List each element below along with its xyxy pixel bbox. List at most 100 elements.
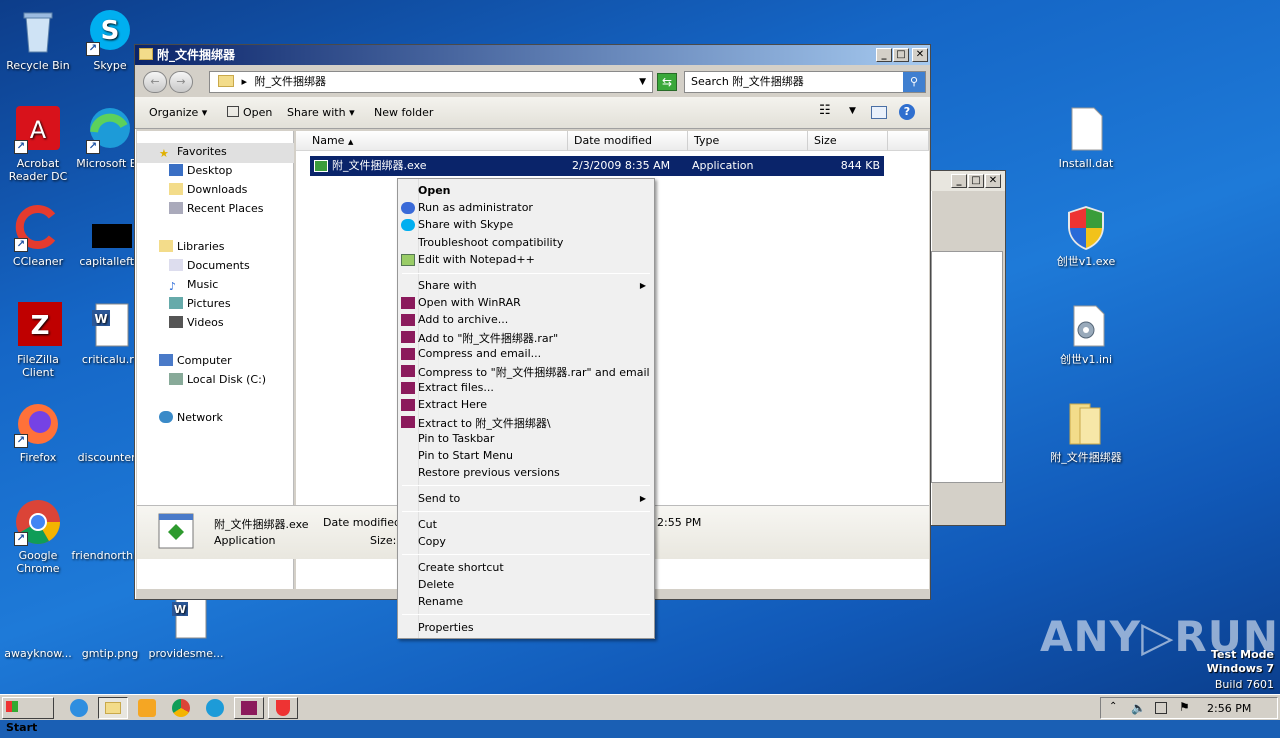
desktop-icon-firefox[interactable]: ↗ Firefox bbox=[0, 400, 76, 464]
nav-recent-places[interactable]: Recent Places bbox=[169, 202, 264, 215]
menu-item-cut[interactable]: Cut bbox=[418, 518, 437, 531]
shortcut-arrow-icon: ↗ bbox=[14, 238, 28, 252]
search-input[interactable]: Search 附_文件捆绑器 ⚲ bbox=[684, 71, 926, 93]
edge-icon[interactable] bbox=[206, 699, 224, 717]
desktop-icon-providesme[interactable]: W providesme... bbox=[148, 596, 224, 660]
nav-network[interactable]: Network bbox=[159, 411, 223, 424]
menu-item-open[interactable]: Open bbox=[418, 184, 451, 197]
breadcrumb[interactable]: 附_文件捆绑器 bbox=[255, 75, 327, 88]
taskbar-app-button[interactable] bbox=[268, 697, 298, 719]
menu-item-extract-files[interactable]: Extract files... bbox=[418, 381, 494, 394]
nav-documents[interactable]: Documents bbox=[169, 259, 250, 272]
menu-item-open-winrar[interactable]: Open with WinRAR bbox=[418, 296, 521, 309]
menu-item-compress-rar-email[interactable]: Compress to "附_文件捆绑器.rar" and email bbox=[418, 364, 650, 380]
menu-item-extract-to[interactable]: Extract to 附_文件捆绑器\ bbox=[418, 415, 551, 431]
taskbar-explorer-button[interactable] bbox=[98, 697, 128, 719]
minimize-icon[interactable]: _ bbox=[951, 174, 967, 188]
chrome-icon[interactable] bbox=[172, 699, 190, 717]
forward-button[interactable]: → bbox=[169, 71, 193, 93]
nav-libraries[interactable]: Libraries bbox=[159, 240, 225, 253]
menu-item-rename[interactable]: Rename bbox=[418, 595, 463, 608]
menu-item-add-rar[interactable]: Add to "附_文件捆绑器.rar" bbox=[418, 330, 558, 346]
menu-item-restore-versions[interactable]: Restore previous versions bbox=[418, 466, 560, 479]
organize-button[interactable]: Organize ▾ bbox=[149, 106, 207, 119]
share-with-button[interactable]: Share with ▾ bbox=[287, 106, 355, 119]
maximize-icon[interactable]: □ bbox=[968, 174, 984, 188]
search-icon[interactable]: ⚲ bbox=[903, 72, 925, 92]
new-folder-button[interactable]: New folder bbox=[374, 106, 433, 119]
view-options-icon[interactable]: ☷ bbox=[819, 103, 831, 118]
desktop-icon-friendnorth[interactable]: friendnorth. bbox=[66, 498, 142, 562]
desktop-icon-folder[interactable]: 附_文件捆绑器 bbox=[1048, 400, 1124, 464]
media-player-icon[interactable] bbox=[138, 699, 156, 717]
nav-favorites[interactable]: ★ Favorites bbox=[159, 145, 227, 160]
nav-music[interactable]: ♪ Music bbox=[169, 278, 218, 293]
address-input[interactable]: ▸ 附_文件捆绑器 ▼ bbox=[209, 71, 653, 93]
menu-item-extract-here[interactable]: Extract Here bbox=[418, 398, 487, 411]
videos-icon bbox=[169, 316, 183, 328]
nav-computer[interactable]: Computer bbox=[159, 354, 232, 367]
menu-item-notepadpp[interactable]: Edit with Notepad++ bbox=[418, 253, 535, 266]
close-icon[interactable]: ✕ bbox=[985, 174, 1001, 188]
menu-item-create-shortcut[interactable]: Create shortcut bbox=[418, 561, 504, 574]
winrar-icon bbox=[401, 297, 415, 309]
clock[interactable]: 2:56 PM bbox=[1207, 702, 1251, 715]
nav-downloads[interactable]: Downloads bbox=[169, 183, 247, 196]
column-size[interactable]: Size bbox=[808, 131, 888, 151]
desktop-icon-chuangshi-ini[interactable]: 创世v1.ini bbox=[1048, 302, 1124, 366]
desktop-icon-chuangshi-exe[interactable]: 创世v1.exe bbox=[1048, 204, 1124, 268]
menu-item-pin-taskbar[interactable]: Pin to Taskbar bbox=[418, 432, 494, 445]
desktop-icon-gmtip[interactable]: gmtip.png bbox=[72, 596, 148, 660]
desktop-icon-acrobat[interactable]: A ↗ Acrobat Reader DC bbox=[0, 106, 76, 183]
column-type[interactable]: Type bbox=[688, 131, 808, 151]
network-tray-icon[interactable] bbox=[1155, 702, 1167, 714]
taskbar-winrar-button[interactable] bbox=[234, 697, 264, 719]
icon-label: 创世v1.ini bbox=[1059, 353, 1113, 366]
nav-pictures[interactable]: Pictures bbox=[169, 297, 231, 310]
skype-icon bbox=[401, 219, 415, 231]
menu-item-add-archive[interactable]: Add to archive... bbox=[418, 313, 508, 326]
file-row[interactable]: 附_文件捆绑器.exe 2/3/2009 8:35 AM Application… bbox=[310, 156, 884, 176]
column-date[interactable]: Date modified bbox=[568, 131, 688, 151]
background-window[interactable]: _ □ ✕ bbox=[930, 170, 1006, 526]
help-icon[interactable]: ? bbox=[899, 104, 915, 120]
menu-item-copy[interactable]: Copy bbox=[418, 535, 446, 548]
menu-item-share-with[interactable]: Share with bbox=[418, 279, 477, 292]
start-button[interactable]: Start bbox=[2, 697, 54, 734]
column-name[interactable]: Name ▲ bbox=[296, 131, 568, 151]
nav-desktop[interactable]: Desktop bbox=[169, 164, 232, 177]
ie-icon[interactable] bbox=[70, 699, 88, 717]
close-icon[interactable]: ✕ bbox=[912, 48, 928, 62]
preview-pane-icon[interactable] bbox=[871, 106, 887, 119]
menu-item-compress-email[interactable]: Compress and email... bbox=[418, 347, 541, 360]
edge-icon: ↗ bbox=[86, 106, 134, 154]
desktop-icon-recycle-bin[interactable]: Recycle Bin bbox=[0, 8, 76, 72]
desktop-icon-ccleaner[interactable]: ↗ CCleaner bbox=[0, 204, 76, 268]
menu-separator bbox=[402, 485, 650, 486]
explorer-titlebar[interactable]: 附_文件捆绑器 _ □ ✕ bbox=[135, 45, 930, 65]
menu-item-share-skype[interactable]: Share with Skype bbox=[418, 218, 513, 231]
refresh-button[interactable]: ⇆ bbox=[657, 73, 677, 91]
chevron-down-icon[interactable]: ▼ bbox=[639, 72, 646, 92]
maximize-icon[interactable]: □ bbox=[893, 48, 909, 62]
menu-item-delete[interactable]: Delete bbox=[418, 578, 454, 591]
flag-icon[interactable]: ⚑ bbox=[1179, 700, 1190, 714]
back-button[interactable]: ← bbox=[143, 71, 167, 93]
nav-local-disk[interactable]: Local Disk (C:) bbox=[169, 373, 266, 386]
nav-videos[interactable]: Videos bbox=[169, 316, 224, 329]
menu-item-run-as-admin[interactable]: Run as administrator bbox=[418, 201, 533, 214]
menu-item-pin-start[interactable]: Pin to Start Menu bbox=[418, 449, 513, 462]
open-button[interactable]: Open bbox=[227, 106, 272, 119]
desktop-icon-chrome[interactable]: ↗ Google Chrome bbox=[0, 498, 76, 575]
view-dropdown-icon[interactable]: ▼ bbox=[849, 106, 856, 116]
desktop-icon-awayknow[interactable]: awayknow... bbox=[0, 596, 76, 660]
menu-item-properties[interactable]: Properties bbox=[418, 621, 474, 634]
volume-icon[interactable]: 🔈 bbox=[1131, 701, 1146, 715]
desktop-icon-install-dat[interactable]: Install.dat bbox=[1048, 106, 1124, 170]
desktop-icon-filezilla[interactable]: Z FileZilla Client bbox=[0, 302, 76, 379]
minimize-icon[interactable]: _ bbox=[876, 48, 892, 62]
tray-expand-icon[interactable]: ⌃ bbox=[1109, 701, 1117, 712]
menu-item-troubleshoot[interactable]: Troubleshoot compatibility bbox=[418, 236, 563, 249]
file-date: 2/3/2009 8:35 AM bbox=[572, 159, 671, 172]
menu-item-send-to[interactable]: Send to bbox=[418, 492, 460, 505]
